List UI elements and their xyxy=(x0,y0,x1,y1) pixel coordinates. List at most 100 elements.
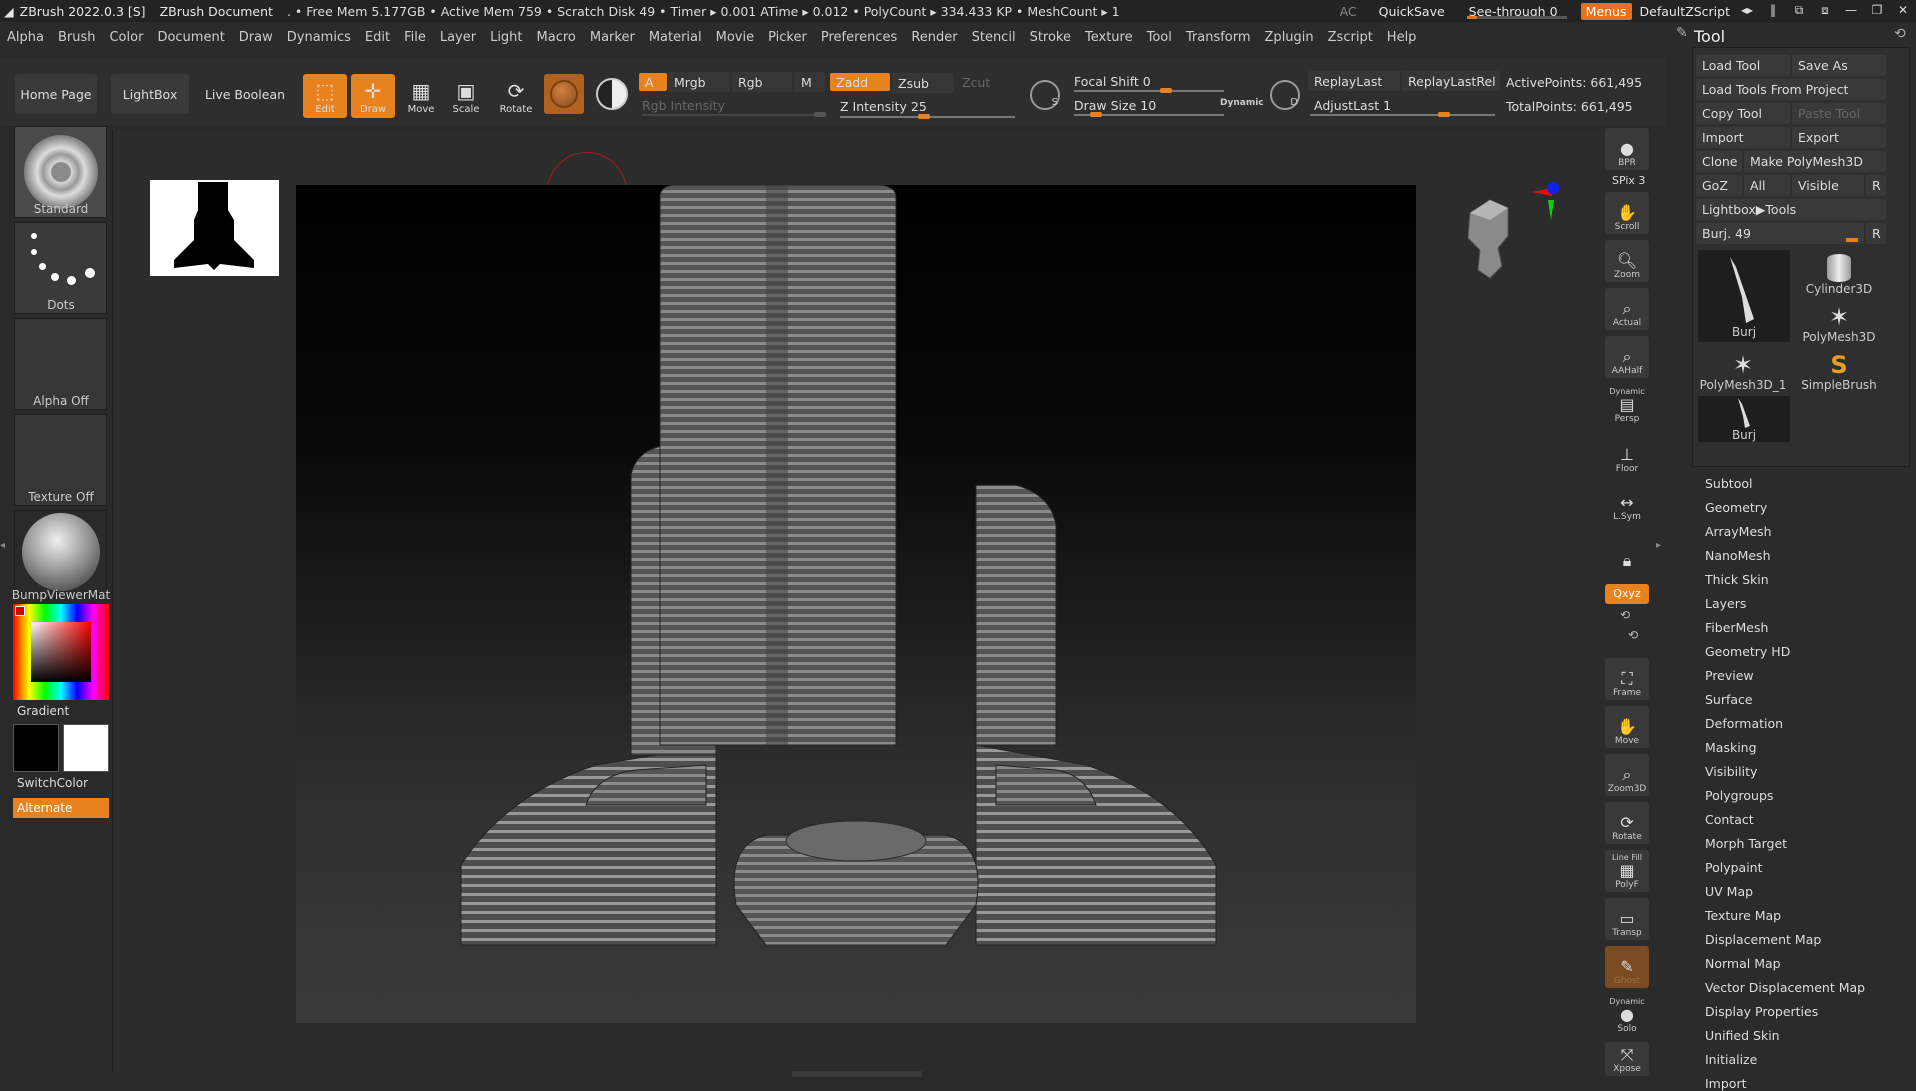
r-button[interactable]: R xyxy=(1866,175,1886,196)
menu-alpha[interactable]: Alpha xyxy=(0,30,51,45)
menu-dynamics[interactable]: Dynamics xyxy=(280,30,358,45)
load-tools-from-project-button[interactable]: Load Tools From Project xyxy=(1696,79,1886,100)
tool-section-contact[interactable]: Contact xyxy=(1705,812,1754,827)
color-picker[interactable] xyxy=(13,604,109,700)
actual-button[interactable]: ⌕ Actual xyxy=(1605,288,1649,330)
scroll-button[interactable]: ✋ Scroll xyxy=(1605,192,1649,234)
a-button[interactable]: A xyxy=(639,73,667,91)
ghost-button[interactable]: ✎ Ghost xyxy=(1605,946,1649,988)
current-tool-slider[interactable]: Burj. 49 xyxy=(1696,223,1864,244)
adjust-last-track[interactable] xyxy=(1310,114,1495,116)
see-through-slider[interactable]: See-through 0 xyxy=(1463,3,1573,19)
draw-size-knob[interactable] xyxy=(1090,112,1102,117)
rotate-axis2-icon[interactable]: ⟲ xyxy=(1628,628,1638,642)
menu-marker[interactable]: Marker xyxy=(583,30,642,45)
live-boolean-button[interactable]: Live Boolean xyxy=(200,74,290,114)
lightbox-button[interactable]: LightBox xyxy=(111,74,189,114)
tool-section-polygroups[interactable]: Polygroups xyxy=(1705,788,1773,803)
adjust-last-label[interactable]: AdjustLast 1 xyxy=(1314,98,1391,113)
tool-thumb-simplebrush[interactable]: S SimpleBrush xyxy=(1792,346,1886,392)
alternate-button[interactable]: Alternate xyxy=(13,798,109,818)
aahalf-button[interactable]: ⌕ AAHalf xyxy=(1605,336,1649,378)
menu-transform[interactable]: Transform xyxy=(1179,30,1258,45)
menu-color[interactable]: Color xyxy=(102,30,150,45)
tool-section-normal-map[interactable]: Normal Map xyxy=(1705,956,1781,971)
menus-button[interactable]: Menus xyxy=(1580,2,1632,20)
menu-brush[interactable]: Brush xyxy=(51,30,103,45)
menu-picker[interactable]: Picker xyxy=(761,30,814,45)
tool-section-thick-skin[interactable]: Thick Skin xyxy=(1705,572,1769,587)
menu-layer[interactable]: Layer xyxy=(433,30,483,45)
rgb-intensity-knob[interactable] xyxy=(814,112,826,117)
mrgb-button[interactable]: Mrgb xyxy=(668,72,730,92)
copy-tool-button[interactable]: Copy Tool xyxy=(1696,103,1790,124)
frame-button[interactable]: ⛶ Frame xyxy=(1605,658,1649,700)
focal-shift-track[interactable] xyxy=(1074,90,1224,92)
layout-bars-icon[interactable]: ‖ xyxy=(1764,3,1782,19)
focal-shift-knob[interactable] xyxy=(1160,88,1172,93)
close-icon[interactable]: ✕ xyxy=(1894,3,1912,19)
menu-movie[interactable]: Movie xyxy=(709,30,761,45)
menu-render[interactable]: Render xyxy=(904,30,964,45)
tool-thumb-polymesh3d-1[interactable]: ✶ PolyMesh3D_1 xyxy=(1696,346,1790,392)
minimize-icon[interactable]: — xyxy=(1842,3,1860,19)
right-collapse-handle[interactable]: ▸ xyxy=(1656,540,1664,562)
tool-section-polypaint[interactable]: Polypaint xyxy=(1705,860,1763,875)
edit-button[interactable]: ⬚ Edit xyxy=(303,74,347,118)
tool-section-geometry[interactable]: Geometry xyxy=(1705,500,1767,515)
menu-stencil[interactable]: Stencil xyxy=(965,30,1023,45)
tool-thumb-polymesh3d[interactable]: ✶ PolyMesh3D xyxy=(1792,298,1886,344)
zoom3d-button[interactable]: ⌕ Zoom3D xyxy=(1605,754,1649,796)
replay-last-button[interactable]: ReplayLast xyxy=(1308,71,1400,91)
tool-section-fibermesh[interactable]: FiberMesh xyxy=(1705,620,1768,635)
zcut-button[interactable]: Zcut xyxy=(956,72,1016,92)
solo-button[interactable]: Dynamic ● Solo xyxy=(1605,994,1649,1036)
menu-preferences[interactable]: Preferences xyxy=(814,30,904,45)
lightbox-tools-button[interactable]: Lightbox▶Tools xyxy=(1696,199,1886,220)
menu-edit[interactable]: Edit xyxy=(358,30,397,45)
focal-shift-label[interactable]: Focal Shift 0 xyxy=(1074,74,1151,89)
tool-section-visibility[interactable]: Visibility xyxy=(1705,764,1757,779)
window-layout2-icon[interactable]: ⧈ xyxy=(1816,3,1834,19)
zoom-button[interactable]: 🔍︎ Zoom xyxy=(1605,240,1649,282)
save-as-button[interactable]: Save As xyxy=(1792,55,1886,76)
load-tool-button[interactable]: Load Tool xyxy=(1696,55,1790,76)
adjust-last-knob[interactable] xyxy=(1438,112,1450,117)
menu-stroke[interactable]: Stroke xyxy=(1023,30,1078,45)
move-button[interactable]: ▦ Move xyxy=(399,74,443,118)
zsub-button[interactable]: Zsub xyxy=(892,73,954,93)
polyf-button[interactable]: Line Fill ▦ PolyF xyxy=(1605,850,1649,892)
tool-section-vector-displacement-map[interactable]: Vector Displacement Map xyxy=(1705,980,1865,995)
draw-button[interactable]: ✛ Draw xyxy=(351,74,395,118)
spix-slider[interactable]: SPix 3 xyxy=(1612,174,1645,187)
material-sphere-icon[interactable] xyxy=(544,74,584,114)
menu-light[interactable]: Light xyxy=(483,30,529,45)
tool-section-uv-map[interactable]: UV Map xyxy=(1705,884,1753,899)
tool-section-masking[interactable]: Masking xyxy=(1705,740,1757,755)
menu-material[interactable]: Material xyxy=(642,30,709,45)
scale-button[interactable]: ▣ Scale xyxy=(444,74,488,118)
tool-section-initialize[interactable]: Initialize xyxy=(1705,1052,1757,1067)
material-thumbnail[interactable] xyxy=(14,510,107,594)
tool-section-subtool[interactable]: Subtool xyxy=(1705,476,1752,491)
secondary-color-swatch[interactable] xyxy=(63,724,109,772)
visible-button[interactable]: Visible xyxy=(1792,175,1864,196)
tool-section-preview[interactable]: Preview xyxy=(1705,668,1754,683)
primary-color-swatch[interactable] xyxy=(13,724,59,772)
all-button[interactable]: All xyxy=(1744,175,1790,196)
tool-section-layers[interactable]: Layers xyxy=(1705,596,1746,611)
palette-reset-icon[interactable]: ⟲ xyxy=(1894,26,1906,42)
layout-arrows-icon[interactable]: ◂▸ xyxy=(1738,3,1756,19)
tool-thumb-burj[interactable]: Burj xyxy=(1698,250,1790,342)
make-polymesh3d-button[interactable]: Make PolyMesh3D xyxy=(1744,151,1886,172)
bpr-button[interactable]: ● BPR xyxy=(1605,128,1649,170)
navigation-gizmo[interactable] xyxy=(1450,178,1560,298)
left-collapse-handle[interactable]: ◂ xyxy=(0,540,6,562)
tool-section-nanomesh[interactable]: NanoMesh xyxy=(1705,548,1771,563)
rgb-intensity-label[interactable]: Rgb Intensity xyxy=(642,98,725,113)
xyz-button[interactable]: Qxyz xyxy=(1605,584,1649,604)
gradient-label[interactable]: Gradient xyxy=(17,704,69,718)
tool-section-deformation[interactable]: Deformation xyxy=(1705,716,1783,731)
import-button[interactable]: Import xyxy=(1696,127,1790,148)
tool-section-arraymesh[interactable]: ArrayMesh xyxy=(1705,524,1772,539)
